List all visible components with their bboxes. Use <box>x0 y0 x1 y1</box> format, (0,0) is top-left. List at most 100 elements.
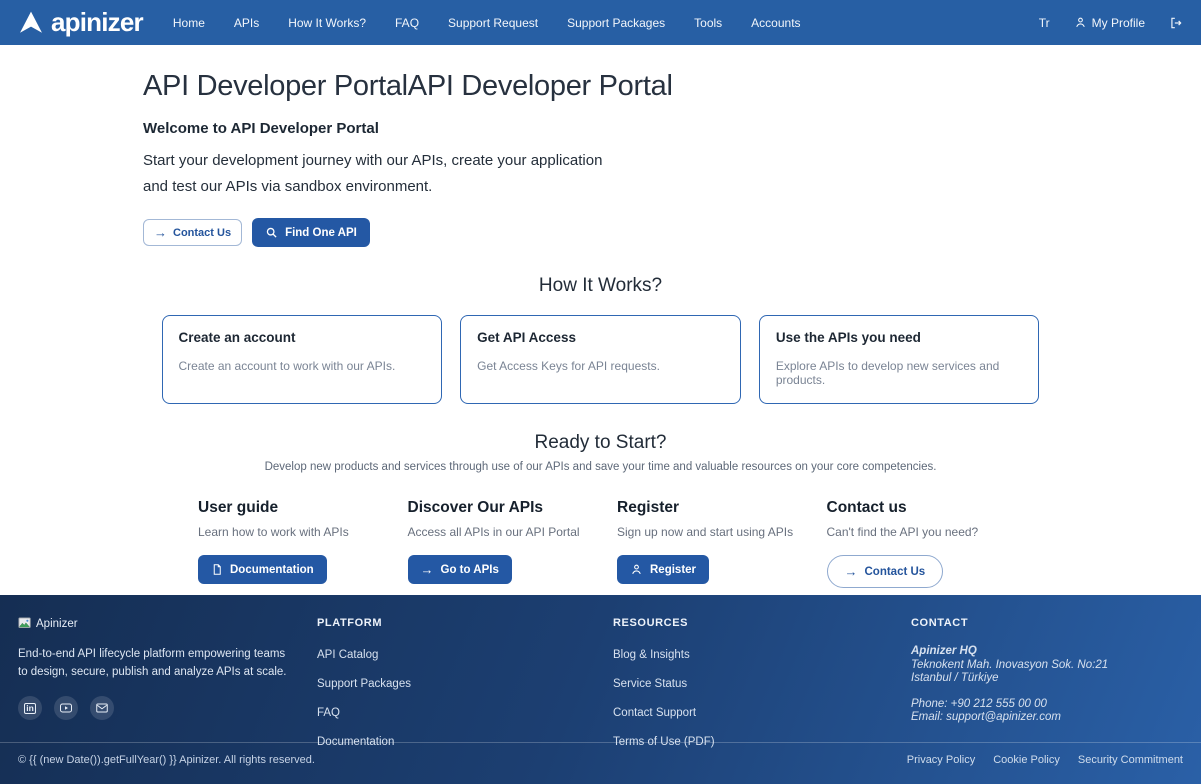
ready-columns: User guide Learn how to work with APIs D… <box>198 499 1036 588</box>
contact-us-label: Contact Us <box>865 566 926 578</box>
navbar-right: Tr My Profile <box>1039 16 1183 30</box>
youtube-icon <box>60 703 72 713</box>
user-icon <box>1074 16 1087 29</box>
my-profile-link[interactable]: My Profile <box>1074 16 1145 30</box>
my-profile-label: My Profile <box>1092 16 1145 30</box>
contact-phone: Phone: +90 212 555 00 00 <box>911 698 1183 712</box>
how-it-works-title: How It Works? <box>0 275 1201 297</box>
resources-heading: RESOURCES <box>613 617 911 629</box>
page-footer: Apinizer End-to-end API lifecycle platfo… <box>0 595 1201 784</box>
nav-item-support-request[interactable]: Support Request <box>448 16 538 30</box>
nav-item-apis[interactable]: APIs <box>234 16 259 30</box>
column-description: Access all APIs in our API Portal <box>408 525 618 539</box>
nav-item-accounts[interactable]: Accounts <box>751 16 800 30</box>
contact-heading: CONTACT <box>911 617 1183 629</box>
column-title: Discover Our APIs <box>408 499 618 517</box>
hero-section: API Developer PortalAPI Developer Portal… <box>143 45 1058 247</box>
language-toggle[interactable]: Tr <box>1039 16 1050 30</box>
go-to-apis-label: Go to APIs <box>441 564 499 576</box>
logout-button[interactable] <box>1169 16 1183 30</box>
card-description: Get Access Keys for API requests. <box>477 359 724 373</box>
nav-item-faq[interactable]: FAQ <box>395 16 419 30</box>
brand-name: apinizer <box>51 7 143 38</box>
go-to-apis-button[interactable]: → Go to APIs <box>408 555 512 584</box>
footer-about-column: Apinizer End-to-end API lifecycle platfo… <box>18 617 317 761</box>
footer-link-faq[interactable]: FAQ <box>317 707 340 719</box>
footer-resources-column: RESOURCES Blog & Insights Service Status… <box>613 617 911 761</box>
contact-us-pill-button[interactable]: → Contact Us <box>827 555 944 588</box>
linkedin-button[interactable]: in <box>18 696 42 720</box>
ready-title: Ready to Start? <box>0 432 1201 454</box>
column-description: Learn how to work with APIs <box>198 525 408 539</box>
platform-heading: PLATFORM <box>317 617 613 629</box>
how-it-works-section: How It Works? Create an account Create a… <box>0 275 1201 404</box>
contact-hq: Apinizer HQ <box>911 645 1183 659</box>
user-icon <box>630 563 643 576</box>
footer-link-documentation[interactable]: Documentation <box>317 736 394 748</box>
column-title: Register <box>617 499 827 517</box>
contact-address-line2: Istanbul / Türkiye <box>911 672 1183 686</box>
documentation-label: Documentation <box>230 564 314 576</box>
register-button[interactable]: Register <box>617 555 709 584</box>
card-title: Create an account <box>179 330 426 345</box>
copyright-text: © {{ (new Date()).getFullYear() }} Apini… <box>18 754 315 766</box>
nav-item-tools[interactable]: Tools <box>694 16 722 30</box>
footer-link-service-status[interactable]: Service Status <box>613 678 687 690</box>
column-contact-us: Contact us Can't find the API you need? … <box>827 499 1037 588</box>
arrow-right-icon: → <box>845 565 858 578</box>
top-navbar: apinizer Home APIs How It Works? FAQ Sup… <box>0 0 1201 45</box>
card-title: Get API Access <box>477 330 724 345</box>
register-label: Register <box>650 564 696 576</box>
footer-social-links: in <box>18 696 317 720</box>
column-user-guide: User guide Learn how to work with APIs D… <box>198 499 408 588</box>
footer-link-blog-insights[interactable]: Blog & Insights <box>613 649 690 661</box>
email-button[interactable] <box>90 696 114 720</box>
contact-info: Apinizer HQ Teknokent Mah. Inovasyon Sok… <box>911 645 1183 725</box>
brand-logo[interactable]: apinizer <box>18 7 143 38</box>
nav-item-home[interactable]: Home <box>173 16 205 30</box>
footer-link-terms-of-use[interactable]: Terms of Use (PDF) <box>613 736 715 748</box>
footer-tagline: End-to-end API lifecycle platform empowe… <box>18 645 288 681</box>
footer-brand-alt-text: Apinizer <box>36 618 78 630</box>
how-it-works-cards: Create an account Create an account to w… <box>162 315 1040 404</box>
column-discover-apis: Discover Our APIs Access all APIs in our… <box>408 499 618 588</box>
platform-links: API Catalog Support Packages FAQ Documen… <box>317 645 613 750</box>
column-description: Can't find the API you need? <box>827 525 1037 539</box>
card-get-api-access: Get API Access Get Access Keys for API r… <box>460 315 741 404</box>
column-title: Contact us <box>827 499 1037 517</box>
hero-buttons: → Contact Us Find One API <box>143 218 1058 247</box>
apinizer-logo-icon <box>18 10 44 36</box>
legal-links: Privacy Policy Cookie Policy Security Co… <box>907 754 1183 766</box>
card-description: Explore APIs to develop new services and… <box>776 359 1023 387</box>
footer-contact-column: CONTACT Apinizer HQ Teknokent Mah. Inova… <box>911 617 1183 761</box>
nav-item-how-it-works[interactable]: How It Works? <box>288 16 366 30</box>
hero-contact-us-button[interactable]: → Contact Us <box>143 219 242 246</box>
column-title: User guide <box>198 499 408 517</box>
linkedin-icon: in <box>24 703 37 714</box>
security-commitment-link[interactable]: Security Commitment <box>1078 754 1183 766</box>
nav-item-support-packages[interactable]: Support Packages <box>567 16 665 30</box>
find-one-api-button[interactable]: Find One API <box>252 218 370 247</box>
search-icon <box>265 226 278 239</box>
logout-icon <box>1169 16 1183 30</box>
footer-link-support-packages[interactable]: Support Packages <box>317 678 411 690</box>
contact-address-line1: Teknokent Mah. Inovasyon Sok. No:21 <box>911 659 1183 673</box>
find-one-api-label: Find One API <box>285 227 357 239</box>
page-title: API Developer PortalAPI Developer Portal <box>143 69 1058 103</box>
footer-platform-column: PLATFORM API Catalog Support Packages FA… <box>317 617 613 761</box>
youtube-button[interactable] <box>54 696 78 720</box>
card-create-account: Create an account Create an account to w… <box>162 315 443 404</box>
ready-subtitle: Develop new products and services throug… <box>0 461 1201 473</box>
main-nav: Home APIs How It Works? FAQ Support Requ… <box>173 16 801 30</box>
main-content: API Developer PortalAPI Developer Portal… <box>0 45 1201 595</box>
documentation-button[interactable]: Documentation <box>198 555 327 584</box>
cookie-policy-link[interactable]: Cookie Policy <box>993 754 1060 766</box>
privacy-policy-link[interactable]: Privacy Policy <box>907 754 975 766</box>
hero-description-line2: and test our APIs via sandbox environmen… <box>143 178 432 195</box>
card-title: Use the APIs you need <box>776 330 1023 345</box>
hero-welcome-text: Welcome to API Developer Portal <box>143 120 1058 137</box>
resources-links: Blog & Insights Service Status Contact S… <box>613 645 911 750</box>
footer-link-api-catalog[interactable]: API Catalog <box>317 649 378 661</box>
footer-link-contact-support[interactable]: Contact Support <box>613 707 696 719</box>
card-use-apis: Use the APIs you need Explore APIs to de… <box>759 315 1040 404</box>
